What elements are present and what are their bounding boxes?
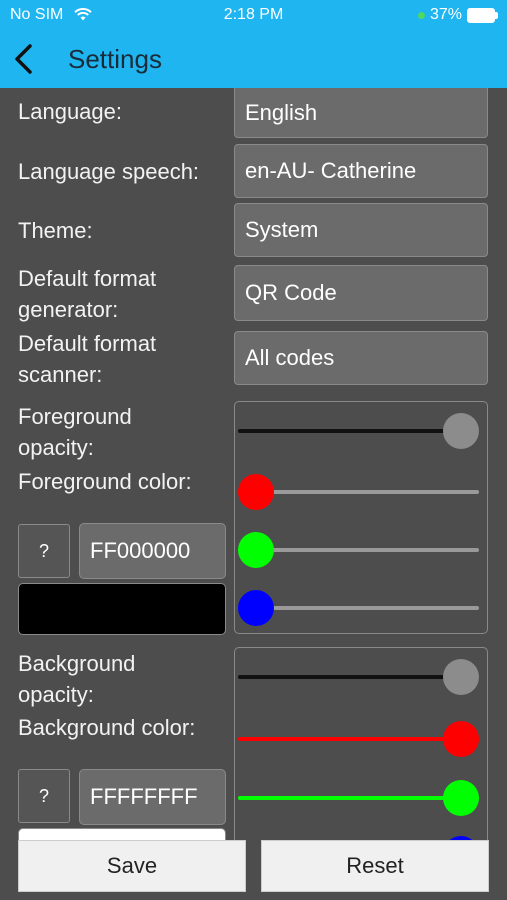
background-green-thumb[interactable] bbox=[443, 780, 479, 816]
scanner-label-line1: Default format bbox=[18, 331, 157, 356]
background-color-swatch bbox=[18, 828, 226, 840]
background-opacity-label-line1: Background bbox=[18, 651, 136, 676]
language-picker[interactable]: English bbox=[234, 88, 488, 138]
page-title: Settings bbox=[68, 44, 162, 74]
foreground-blue-track[interactable] bbox=[238, 606, 479, 610]
background-opacity-label-line2: opacity: bbox=[18, 682, 94, 707]
settings-form[interactable]: Language: English Language speech: en-AU… bbox=[0, 88, 507, 840]
foreground-blue-thumb[interactable] bbox=[238, 590, 274, 626]
background-help-button[interactable]: ? bbox=[18, 769, 70, 823]
foreground-green-thumb[interactable] bbox=[238, 532, 274, 568]
background-color-label: Background color: bbox=[18, 715, 196, 740]
speech-picker[interactable]: en-AU- Catherine bbox=[234, 144, 488, 198]
foreground-opacity-label-line2: opacity: bbox=[18, 435, 94, 460]
battery-percent: 37% bbox=[429, 6, 462, 23]
language-label: Language: bbox=[18, 99, 122, 124]
generator-label-line2: generator: bbox=[18, 297, 119, 322]
generator-label-line1: Default format bbox=[18, 266, 157, 291]
foreground-slider-panel bbox=[234, 401, 488, 634]
foreground-help-button[interactable]: ? bbox=[18, 524, 70, 578]
foreground-color-label: Foreground color: bbox=[18, 469, 192, 494]
foreground-green-track[interactable] bbox=[238, 548, 479, 552]
theme-picker[interactable]: System bbox=[234, 203, 488, 257]
foreground-red-track[interactable] bbox=[238, 490, 479, 494]
battery-icon bbox=[467, 7, 498, 23]
back-chevron-icon[interactable] bbox=[10, 42, 40, 76]
scanner-label-line2: scanner: bbox=[18, 362, 103, 387]
foreground-red-thumb[interactable] bbox=[238, 474, 274, 510]
reset-button[interactable]: Reset bbox=[261, 840, 489, 892]
speech-label: Language speech: bbox=[18, 159, 200, 184]
charging-indicator-icon bbox=[417, 11, 425, 19]
background-slider-panel bbox=[234, 647, 488, 840]
background-hex-input[interactable]: FFFFFFFF bbox=[79, 769, 226, 825]
save-button[interactable]: Save bbox=[18, 840, 246, 892]
foreground-opacity-label-line1: Foreground bbox=[18, 404, 132, 429]
bottom-action-bar: Save Reset bbox=[0, 840, 507, 900]
theme-label: Theme: bbox=[18, 218, 93, 243]
background-opacity-thumb[interactable] bbox=[443, 659, 479, 695]
scanner-format-picker[interactable]: All codes bbox=[234, 331, 488, 385]
foreground-color-swatch bbox=[18, 583, 226, 635]
foreground-hex-input[interactable]: FF000000 bbox=[79, 523, 226, 579]
battery-status: 37% bbox=[417, 6, 498, 24]
status-bar: No SIM 2:18 PM 37% bbox=[0, 0, 507, 30]
foreground-opacity-thumb[interactable] bbox=[443, 413, 479, 449]
background-red-thumb[interactable] bbox=[443, 721, 479, 757]
navigation-bar: Settings bbox=[0, 30, 507, 88]
generator-format-picker[interactable]: QR Code bbox=[234, 265, 488, 321]
